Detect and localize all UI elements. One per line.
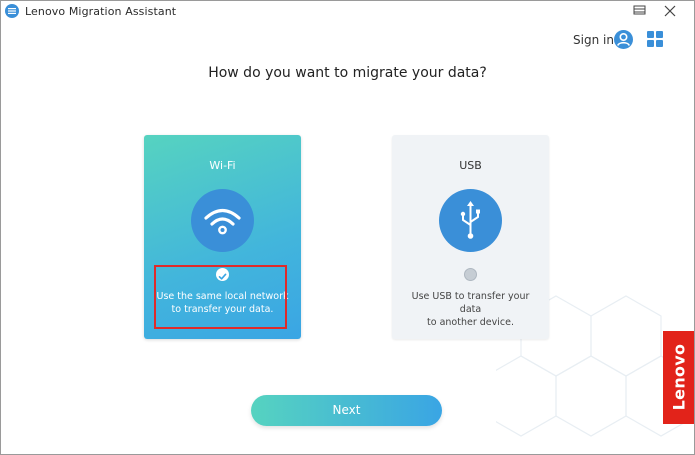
title-bar: Lenovo Migration Assistant xyxy=(1,1,694,23)
usb-radio-unchecked[interactable] xyxy=(464,268,477,281)
grid-cell xyxy=(647,40,654,47)
selection-highlight-box xyxy=(154,265,287,329)
sign-in-link[interactable]: Sign in xyxy=(573,33,614,47)
restore-button[interactable] xyxy=(625,1,655,23)
grid-cell xyxy=(656,40,663,47)
grid-cell xyxy=(647,31,654,38)
usb-option-description: Use USB to transfer your data to another… xyxy=(400,290,541,329)
restore-icon xyxy=(633,5,646,15)
usb-option-title: USB xyxy=(459,159,482,172)
usb-description-line: to another device. xyxy=(427,317,514,328)
grid-cell xyxy=(656,31,663,38)
next-button[interactable]: Next xyxy=(251,395,442,426)
usb-icon xyxy=(439,189,502,252)
app-logo-icon xyxy=(5,4,19,18)
close-button[interactable] xyxy=(656,1,686,23)
page-title: How do you want to migrate your data? xyxy=(208,65,487,81)
usb-option-card[interactable]: USB Use USB to transfer your data to ano… xyxy=(392,135,549,339)
grid-icon[interactable] xyxy=(647,31,663,47)
usb-description-line: Use USB to transfer your data xyxy=(411,291,530,315)
lenovo-logo: Lenovo xyxy=(663,331,694,424)
lenovo-logo-text: Lenovo xyxy=(669,343,689,411)
user-icon[interactable] xyxy=(614,30,633,49)
wifi-option-title: Wi-Fi xyxy=(209,159,236,172)
close-icon xyxy=(664,5,676,17)
wifi-icon xyxy=(191,189,254,252)
app-window: Lenovo Migration Assistant Sign in How d… xyxy=(0,0,695,455)
window-title: Lenovo Migration Assistant xyxy=(25,5,177,18)
